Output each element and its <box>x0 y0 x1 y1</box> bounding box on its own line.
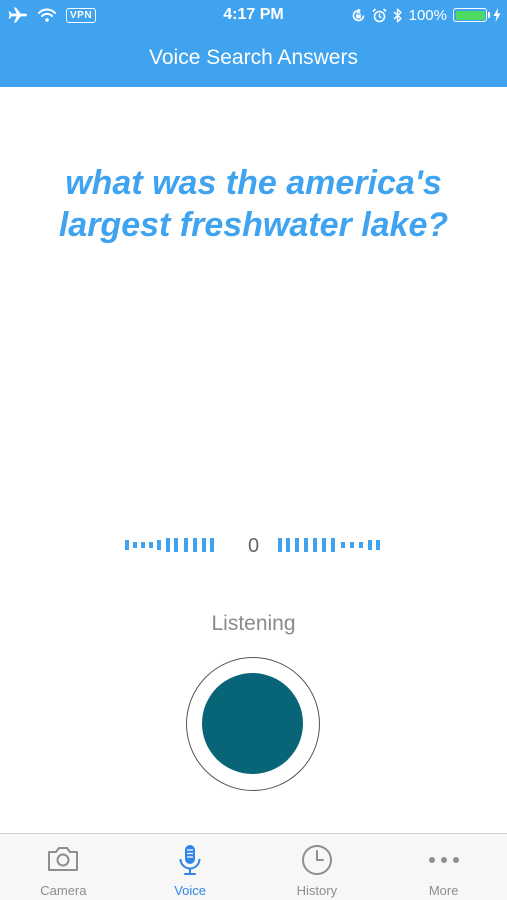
app-header: VPN 4:17 PM 100% Voice Search Answers <box>0 0 507 87</box>
tab-voice[interactable]: Voice <box>127 834 254 900</box>
tab-label: Voice <box>174 883 207 898</box>
tab-label: Camera <box>40 883 87 898</box>
battery-fill <box>455 10 485 20</box>
tab-camera[interactable]: Camera <box>0 834 127 900</box>
recognized-question: what was the america's largest freshwate… <box>58 164 449 244</box>
tab-history[interactable]: History <box>254 834 381 900</box>
more-dots-icon <box>428 857 459 863</box>
alarm-icon <box>372 7 387 22</box>
right-level-bars <box>0 536 507 556</box>
battery-percent: 100% <box>408 6 447 24</box>
status-right: 100% <box>351 5 501 25</box>
battery-icon <box>453 8 490 22</box>
microphone-icon <box>179 845 201 875</box>
tab-label: More <box>428 883 459 898</box>
clock-icon <box>301 845 332 875</box>
tab-more[interactable]: More <box>380 834 507 900</box>
rotation-lock-icon <box>352 8 364 21</box>
bluetooth-icon <box>393 7 402 22</box>
record-button-fill[interactable] <box>202 673 303 774</box>
tab-label: History <box>296 883 338 898</box>
charging-bolt-icon <box>493 8 501 22</box>
tab-bar: Camera Voice History More <box>0 833 507 900</box>
page-title: Voice Search Answers <box>149 46 358 69</box>
status-bar: VPN 4:17 PM 100% <box>0 0 507 30</box>
listening-status: Listening <box>211 612 296 635</box>
audio-level-meter: 0 <box>0 536 507 556</box>
camera-icon <box>48 847 79 871</box>
record-button[interactable] <box>186 657 320 791</box>
